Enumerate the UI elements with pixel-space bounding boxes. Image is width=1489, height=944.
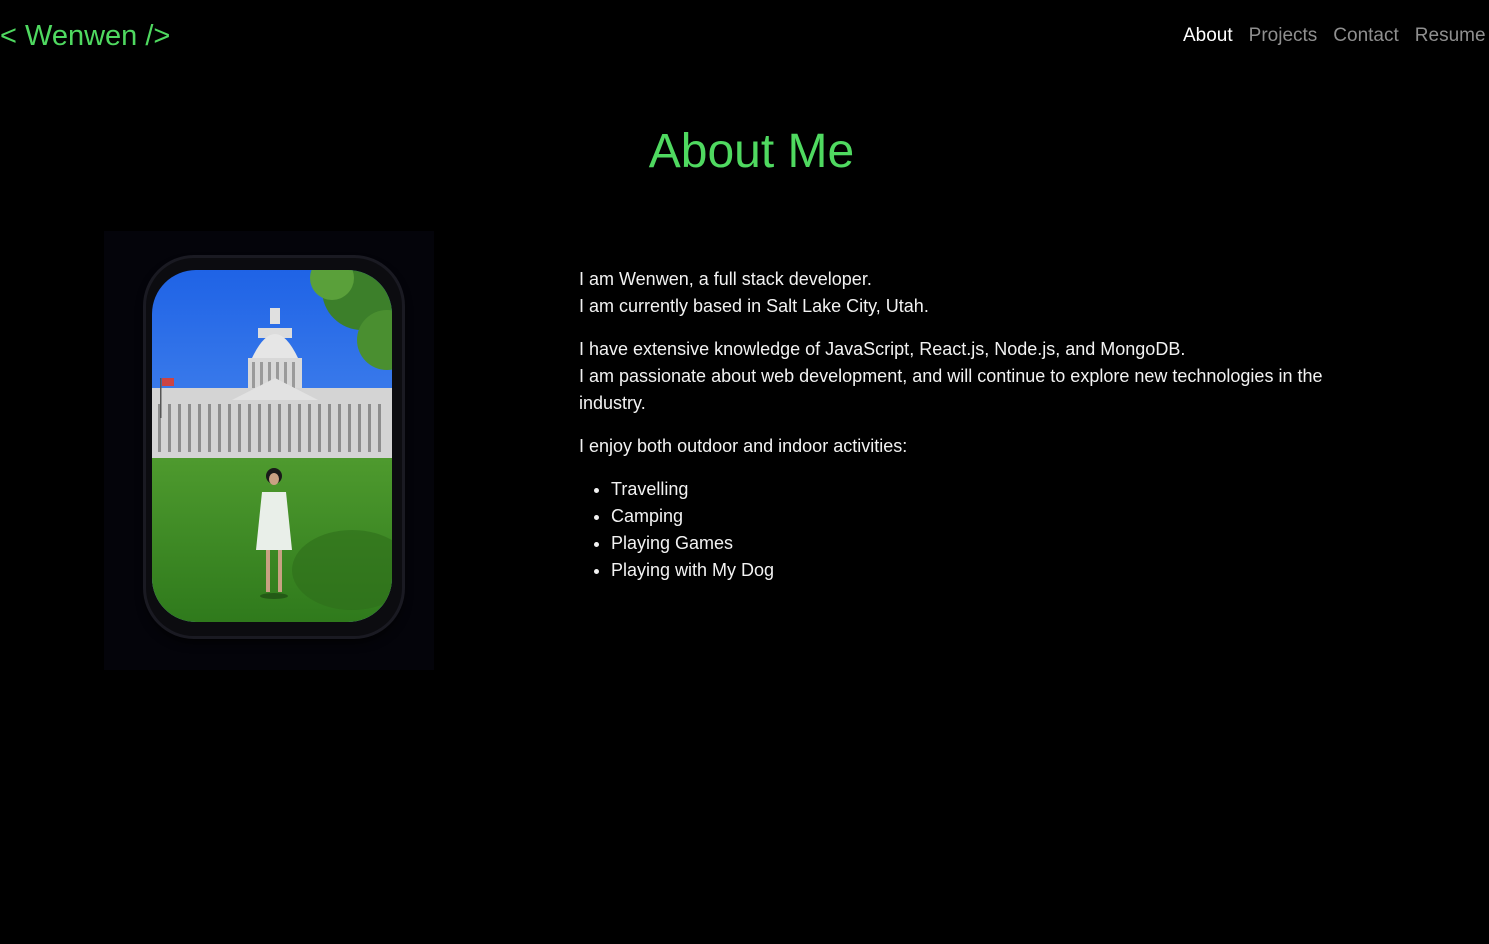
activities-heading: I enjoy both outdoor and indoor activiti… [579,436,908,456]
list-item: Travelling [611,476,1339,503]
intro-paragraph: I am Wenwen, a full stack developer. I a… [579,266,1339,320]
list-item: Camping [611,503,1339,530]
activities-list: Travelling Camping Playing Games Playing… [579,476,1339,584]
nav-link-contact[interactable]: Contact [1333,22,1398,50]
photo-panel [104,231,434,670]
nav-link-resume[interactable]: Resume [1415,22,1486,50]
list-item: Playing Games [611,530,1339,557]
intro-line-1: I am Wenwen, a full stack developer. [579,269,872,289]
skills-paragraph: I have extensive knowledge of JavaScript… [579,336,1339,417]
brand-logo[interactable]: < Wenwen /> [0,18,170,54]
page-title: About Me [648,125,855,178]
photo-frame [146,258,402,636]
nav-link-projects[interactable]: Projects [1249,22,1318,50]
list-item: Playing with My Dog [611,557,1339,584]
nav-link-about[interactable]: About [1183,22,1233,50]
about-content: I am Wenwen, a full stack developer. I a… [579,266,1339,584]
skills-line-2: I am passionate about web development, a… [579,366,1323,413]
skills-line-1: I have extensive knowledge of JavaScript… [579,339,1186,359]
intro-line-2: I am currently based in Salt Lake City, … [579,296,929,316]
navbar: < Wenwen /> About Projects Contact Resum… [0,0,1489,72]
profile-photo [152,270,392,622]
nav-links: About Projects Contact Resume [1183,22,1489,50]
